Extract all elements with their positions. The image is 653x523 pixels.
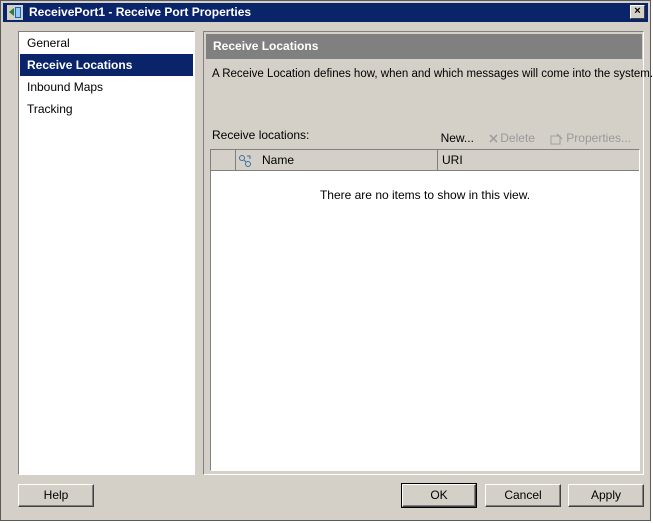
nav-item-receive-locations[interactable]: Receive Locations bbox=[20, 54, 193, 76]
list-header: Name URI bbox=[211, 150, 639, 171]
properties-button[interactable]: Properties... bbox=[550, 131, 631, 145]
section-header: Receive Locations bbox=[206, 34, 642, 59]
nav-item-general[interactable]: General bbox=[20, 32, 193, 54]
empty-list-message: There are no items to show in this view. bbox=[319, 188, 531, 202]
nav-item-label: Tracking bbox=[27, 102, 73, 116]
apply-label: Apply bbox=[590, 488, 622, 502]
column-blank[interactable] bbox=[211, 150, 236, 171]
delete-button[interactable]: Delete bbox=[489, 131, 535, 145]
properties-icon bbox=[550, 133, 563, 145]
title-bar[interactable]: ReceivePort1 - Receive Port Properties × bbox=[3, 3, 648, 22]
help-button[interactable]: Help bbox=[18, 484, 94, 507]
properties-dialog: ReceivePort1 - Receive Port Properties ×… bbox=[0, 0, 653, 521]
receive-location-icon bbox=[239, 154, 251, 167]
ok-label: OK bbox=[430, 488, 448, 502]
delete-icon bbox=[489, 134, 498, 143]
close-icon: × bbox=[634, 5, 641, 17]
section-description: A Receive Location defines how, when and… bbox=[212, 68, 653, 80]
close-button[interactable]: × bbox=[630, 5, 645, 19]
window-title: ReceivePort1 - Receive Port Properties bbox=[29, 5, 252, 19]
apply-button[interactable]: Apply bbox=[568, 484, 644, 507]
column-uri-label: URI bbox=[442, 153, 463, 167]
cancel-label: Cancel bbox=[504, 488, 542, 502]
nav-item-label: Inbound Maps bbox=[27, 80, 104, 94]
new-button[interactable]: New... bbox=[441, 131, 474, 145]
nav-item-tracking[interactable]: Tracking bbox=[20, 98, 193, 120]
column-name[interactable]: Name bbox=[236, 150, 438, 171]
receive-port-icon bbox=[7, 5, 23, 20]
page-content: Receive Locations A Receive Location def… bbox=[203, 31, 653, 475]
properties-label: Properties... bbox=[566, 130, 631, 145]
receive-locations-list[interactable]: Name URI There are no items to show in t… bbox=[210, 149, 640, 471]
page-list: General Receive Locations Inbound Maps T… bbox=[18, 31, 195, 475]
nav-item-inbound-maps[interactable]: Inbound Maps bbox=[20, 76, 193, 98]
delete-label: Delete bbox=[500, 130, 535, 145]
column-name-label: Name bbox=[262, 153, 295, 167]
help-label: Help bbox=[43, 488, 69, 502]
nav-item-label: General bbox=[27, 36, 70, 50]
column-uri[interactable]: URI bbox=[438, 150, 639, 171]
receive-locations-label: Receive locations: bbox=[212, 128, 310, 142]
nav-item-label: Receive Locations bbox=[27, 58, 133, 72]
ok-button[interactable]: OK bbox=[401, 483, 477, 508]
cancel-button[interactable]: Cancel bbox=[485, 484, 561, 507]
list-toolbar: New... Delete Properties... bbox=[429, 130, 631, 146]
